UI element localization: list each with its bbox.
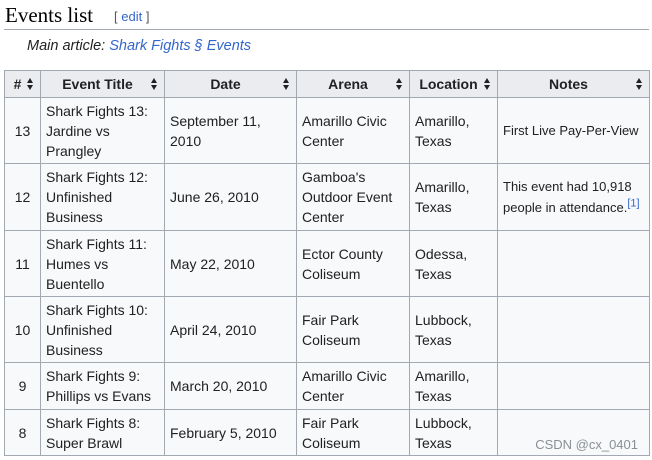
arena-text: Fair Park Coliseum [296, 409, 410, 456]
arena-link[interactable]: Amarillo Civic Center [296, 362, 410, 410]
table-body: 13 Shark Fights 13: Jardine vs Prangley … [4, 97, 650, 456]
column-header-event-title[interactable]: Event Title [40, 70, 165, 98]
column-header-label: Location [419, 76, 478, 92]
event-number: 11 [4, 230, 41, 297]
event-number: 8 [4, 409, 41, 456]
event-number: 12 [4, 163, 41, 231]
column-header-arena[interactable]: Arena [296, 70, 410, 98]
event-date: February 5, 2010 [164, 409, 297, 456]
table-row: 12 Shark Fights 12: Unfinished Business … [4, 163, 650, 231]
column-header-label: Event Title [62, 76, 133, 92]
column-header-date[interactable]: Date [164, 70, 297, 98]
column-header-notes[interactable]: Notes [497, 70, 650, 98]
arena-link[interactable]: Amarillo Civic Center [296, 97, 410, 164]
event-notes [497, 296, 650, 363]
arena-text: Gamboa's Outdoor Event Center [296, 163, 410, 231]
table-row: 13 Shark Fights 13: Jardine vs Prangley … [4, 97, 650, 164]
hatnote: Main article: Shark Fights § Events [27, 38, 251, 54]
sort-arrows-icon[interactable] [484, 78, 491, 90]
event-number: 10 [4, 296, 41, 363]
location-link[interactable]: Lubbock, Texas [409, 409, 498, 456]
arena-link[interactable]: Fair Park Coliseum [296, 296, 410, 363]
event-number: 13 [4, 97, 41, 164]
reference-link[interactable]: [1] [627, 198, 639, 210]
hatnote-prefix: Main article: [27, 38, 110, 54]
sort-arrows-icon[interactable] [636, 78, 643, 90]
column-header-label: Date [210, 76, 241, 92]
location-link[interactable]: Amarillo, Texas [409, 163, 498, 231]
section-title: Events list [5, 3, 94, 27]
column-header-location[interactable]: Location [409, 70, 498, 98]
event-title-link[interactable]: Shark Fights 12: Unfinished Business [40, 163, 165, 231]
sort-arrows-icon[interactable] [151, 78, 158, 90]
event-notes [497, 362, 650, 410]
event-date: September 11, 2010 [164, 97, 297, 164]
notes-text: This event had 10,918 people in attendan… [503, 179, 632, 215]
edit-bracket-close: ] [142, 9, 150, 24]
notes-text: First Live Pay-Per-View [503, 123, 639, 138]
event-notes [497, 230, 650, 297]
event-number: 9 [4, 362, 41, 410]
column-header-label: # [13, 76, 22, 92]
events-table: # Event Title Date Arena Location Notes … [4, 70, 650, 456]
main-article-link[interactable]: Shark Fights § Events [109, 38, 251, 54]
event-date: April 24, 2010 [164, 296, 297, 363]
sort-arrows-icon[interactable] [283, 78, 290, 90]
table-header-row: # Event Title Date Arena Location Notes [4, 70, 650, 98]
arena-link[interactable]: Ector County Coliseum [296, 230, 410, 297]
table-row: 9 Shark Fights 9: Phillips vs Evans Marc… [4, 362, 650, 410]
event-title-link[interactable]: Shark Fights 9: Phillips vs Evans [40, 362, 165, 410]
edit-link[interactable]: edit [121, 9, 142, 24]
column-header-label: Notes [549, 76, 588, 92]
event-title-link[interactable]: Shark Fights 10: Unfinished Business [40, 296, 165, 363]
watermark: CSDN @cx_0401 [535, 437, 638, 452]
section-heading: Events list [ edit ] [4, 0, 649, 30]
event-notes: This event had 10,918 people in attendan… [497, 163, 650, 231]
column-header-number[interactable]: # [4, 70, 41, 98]
location-link[interactable]: Lubbock, Texas [409, 296, 498, 363]
event-title-link[interactable]: Shark Fights 11: Humes vs Buentello [40, 230, 165, 297]
table-row: 10 Shark Fights 10: Unfinished Business … [4, 296, 650, 363]
location-link[interactable]: Amarillo, Texas [409, 97, 498, 164]
event-notes: First Live Pay-Per-View [497, 97, 650, 164]
event-date: March 20, 2010 [164, 362, 297, 410]
sort-arrows-icon[interactable] [396, 78, 403, 90]
location-link[interactable]: Odessa, Texas [409, 230, 498, 297]
table-row: 11 Shark Fights 11: Humes vs Buentello M… [4, 230, 650, 297]
event-title-link[interactable]: Shark Fights 13: Jardine vs Prangley [40, 97, 165, 164]
sort-arrows-icon[interactable] [27, 78, 34, 90]
event-title-link[interactable]: Shark Fights 8: Super Brawl [40, 409, 165, 456]
event-date: June 26, 2010 [164, 163, 297, 231]
column-header-label: Arena [328, 76, 368, 92]
event-date: May 22, 2010 [164, 230, 297, 297]
location-link[interactable]: Amarillo, Texas [409, 362, 498, 410]
edit-section: [ edit ] [114, 9, 149, 24]
